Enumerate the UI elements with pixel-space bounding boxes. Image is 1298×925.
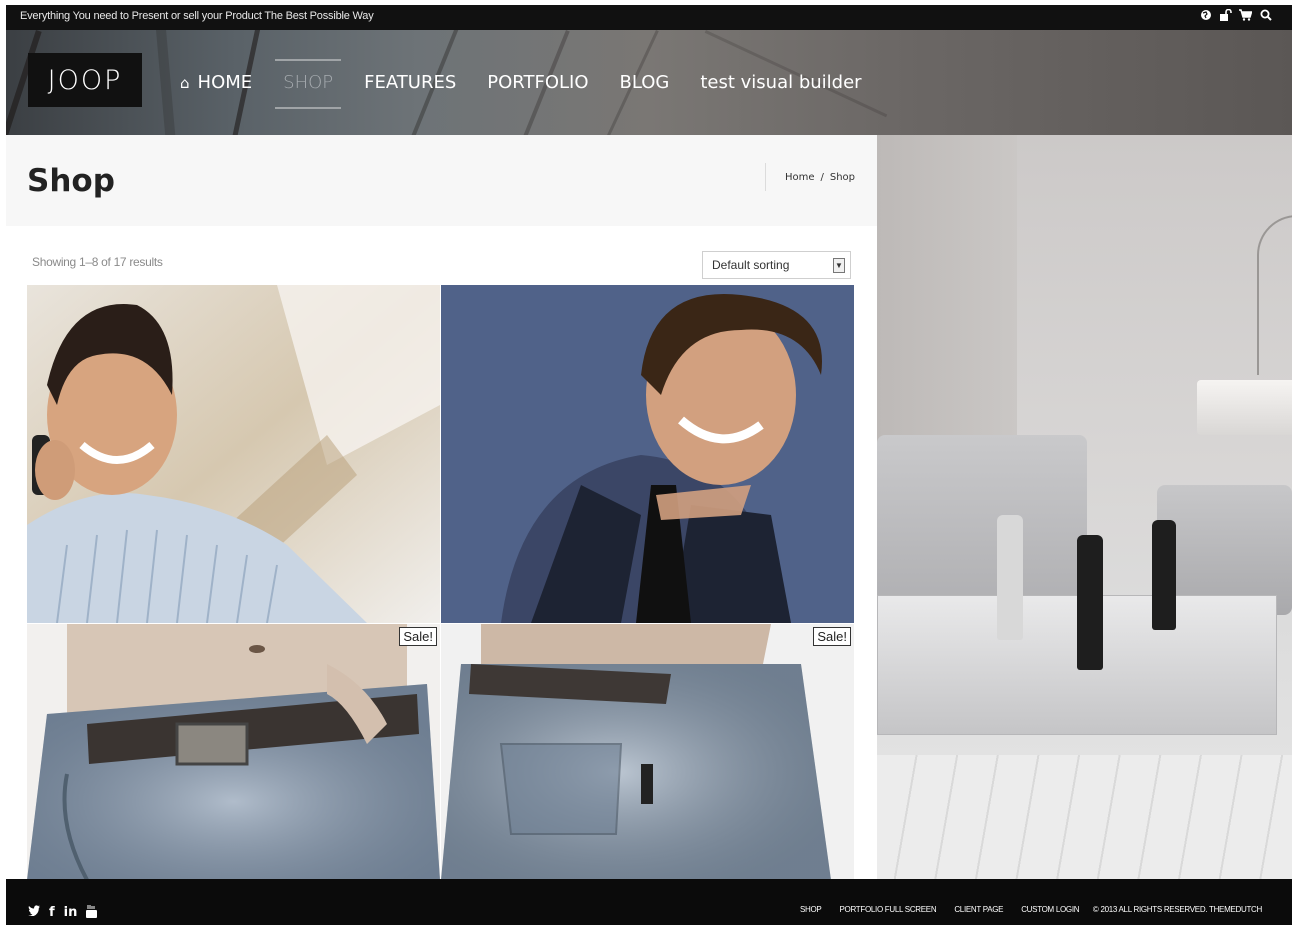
product-image bbox=[441, 285, 854, 623]
product-card[interactable]: Sale! bbox=[441, 624, 854, 880]
unlock-icon[interactable] bbox=[1219, 8, 1232, 22]
breadcrumb-separator: / bbox=[820, 171, 824, 183]
site-logo[interactable]: JOOP bbox=[28, 53, 142, 107]
sofa bbox=[877, 435, 1087, 605]
cart-icon[interactable] bbox=[1239, 8, 1252, 22]
sorting-value: Default sorting bbox=[712, 258, 790, 272]
product-card[interactable] bbox=[27, 285, 440, 623]
tagline: Everything You need to Present or sell y… bbox=[20, 10, 374, 22]
nav-item-blog[interactable]: BLOG bbox=[620, 72, 670, 93]
footer-link-shop[interactable]: SHOP bbox=[800, 905, 822, 914]
facebook-icon[interactable]: f bbox=[49, 905, 55, 922]
bottle bbox=[997, 515, 1023, 640]
page-frame: Everything You need to Present or sell y… bbox=[6, 5, 1292, 925]
product-card[interactable]: Sale! bbox=[27, 624, 440, 880]
sale-badge: Sale! bbox=[813, 627, 851, 646]
nav-item-features[interactable]: FEATURES bbox=[364, 72, 456, 93]
header-background-beam bbox=[156, 30, 180, 135]
breadcrumb-current: Shop bbox=[829, 171, 855, 183]
breadcrumb: Home / Shop bbox=[764, 163, 855, 191]
product-image bbox=[27, 285, 440, 623]
social-links: f in bbox=[28, 905, 98, 922]
nav-item-home[interactable]: ⌂ HOME bbox=[180, 72, 252, 93]
youtube-icon[interactable] bbox=[86, 905, 98, 922]
top-bar: Everything You need to Present or sell y… bbox=[6, 5, 1292, 30]
globe-icon[interactable] bbox=[1199, 8, 1212, 22]
product-image bbox=[27, 624, 440, 880]
bottle bbox=[1152, 520, 1176, 630]
nav-item-shop[interactable]: SHOP bbox=[275, 59, 342, 109]
home-icon: ⌂ bbox=[180, 74, 190, 92]
main-nav: ⌂ HOME SHOP FEATURES PORTFOLIO BLOG test … bbox=[180, 59, 893, 109]
sorting-select[interactable]: Default sorting ▼ bbox=[702, 251, 851, 279]
room-floor bbox=[877, 755, 1292, 880]
footer-link-client-page[interactable]: CLIENT PAGE bbox=[954, 905, 1003, 914]
lamp-arm bbox=[1257, 215, 1292, 375]
footer-link-portfolio-full-screen[interactable]: PORTFOLIO FULL SCREEN bbox=[839, 905, 936, 914]
page-title: Shop bbox=[27, 163, 115, 199]
site-header: JOOP ⌂ HOME SHOP FEATURES PORTFOLIO BLOG … bbox=[6, 30, 1292, 135]
linkedin-icon[interactable]: in bbox=[64, 905, 78, 922]
product-image bbox=[441, 624, 854, 880]
copyright: © 2013 ALL RIGHTS RESERVED. THEMEDUTCH bbox=[1092, 905, 1262, 914]
sale-badge: Sale! bbox=[399, 627, 437, 646]
site-footer: f in SHOP PORTFOLIO FULL SCREEN CLIENT P… bbox=[6, 879, 1292, 925]
bottle bbox=[1077, 535, 1103, 670]
search-icon[interactable] bbox=[1259, 8, 1272, 22]
top-bar-icons bbox=[1199, 8, 1272, 22]
breadcrumb-home-link[interactable]: Home bbox=[785, 172, 815, 183]
chevron-down-icon: ▼ bbox=[833, 258, 845, 273]
footer-link-custom-login[interactable]: CUSTOM LOGIN bbox=[1021, 905, 1079, 914]
product-card[interactable] bbox=[441, 285, 854, 623]
lamp-shade bbox=[1197, 380, 1292, 435]
background-room-image bbox=[877, 135, 1292, 880]
result-count: Showing 1–8 of 17 results bbox=[32, 255, 163, 269]
main-content: Shop Home / Shop Showing 1–8 of 17 resul… bbox=[6, 135, 877, 880]
nav-item-portfolio[interactable]: PORTFOLIO bbox=[487, 72, 588, 93]
nav-label: HOME bbox=[197, 72, 253, 93]
twitter-icon[interactable] bbox=[28, 905, 40, 922]
footer-menu: SHOP PORTFOLIO FULL SCREEN CLIENT PAGE C… bbox=[800, 905, 1080, 914]
title-bar: Shop Home / Shop bbox=[6, 135, 877, 226]
nav-item-test-visual-builder[interactable]: test visual builder bbox=[700, 72, 861, 93]
